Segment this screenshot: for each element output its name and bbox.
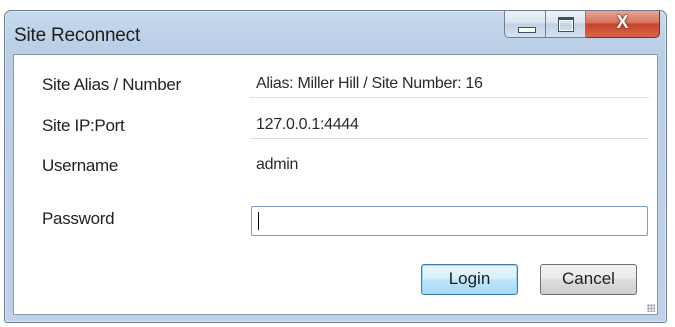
username-value: admin	[250, 151, 649, 179]
password-input[interactable]	[251, 206, 648, 236]
site-alias-label: Site Alias / Number	[42, 75, 181, 94]
minimize-button[interactable]	[504, 11, 546, 38]
close-button[interactable]: X	[586, 11, 660, 38]
login-button[interactable]: Login	[421, 264, 518, 295]
username-label: Username	[42, 156, 119, 175]
title-bar[interactable]: Site Reconnect X	[5, 11, 666, 55]
password-label: Password	[42, 209, 115, 228]
text-cursor	[258, 212, 259, 230]
site-reconnect-dialog: Site Reconnect X Site Alias / Number Ali…	[4, 10, 667, 323]
minimize-icon	[518, 27, 536, 33]
resize-grip-icon[interactable]	[647, 304, 655, 312]
maximize-button[interactable]	[546, 11, 586, 38]
site-alias-value: Alias: Miller Hill / Site Number: 16	[250, 70, 649, 98]
close-icon: X	[616, 12, 629, 32]
cancel-button[interactable]: Cancel	[540, 264, 637, 295]
dialog-body: Site Alias / Number Alias: Miller Hill /…	[13, 54, 658, 315]
window-title: Site Reconnect	[14, 25, 141, 46]
window-controls: X	[504, 11, 660, 38]
maximize-icon	[558, 17, 574, 32]
site-ip-value: 127.0.0.1:4444	[250, 111, 649, 139]
site-ip-label: Site IP:Port	[42, 116, 125, 135]
